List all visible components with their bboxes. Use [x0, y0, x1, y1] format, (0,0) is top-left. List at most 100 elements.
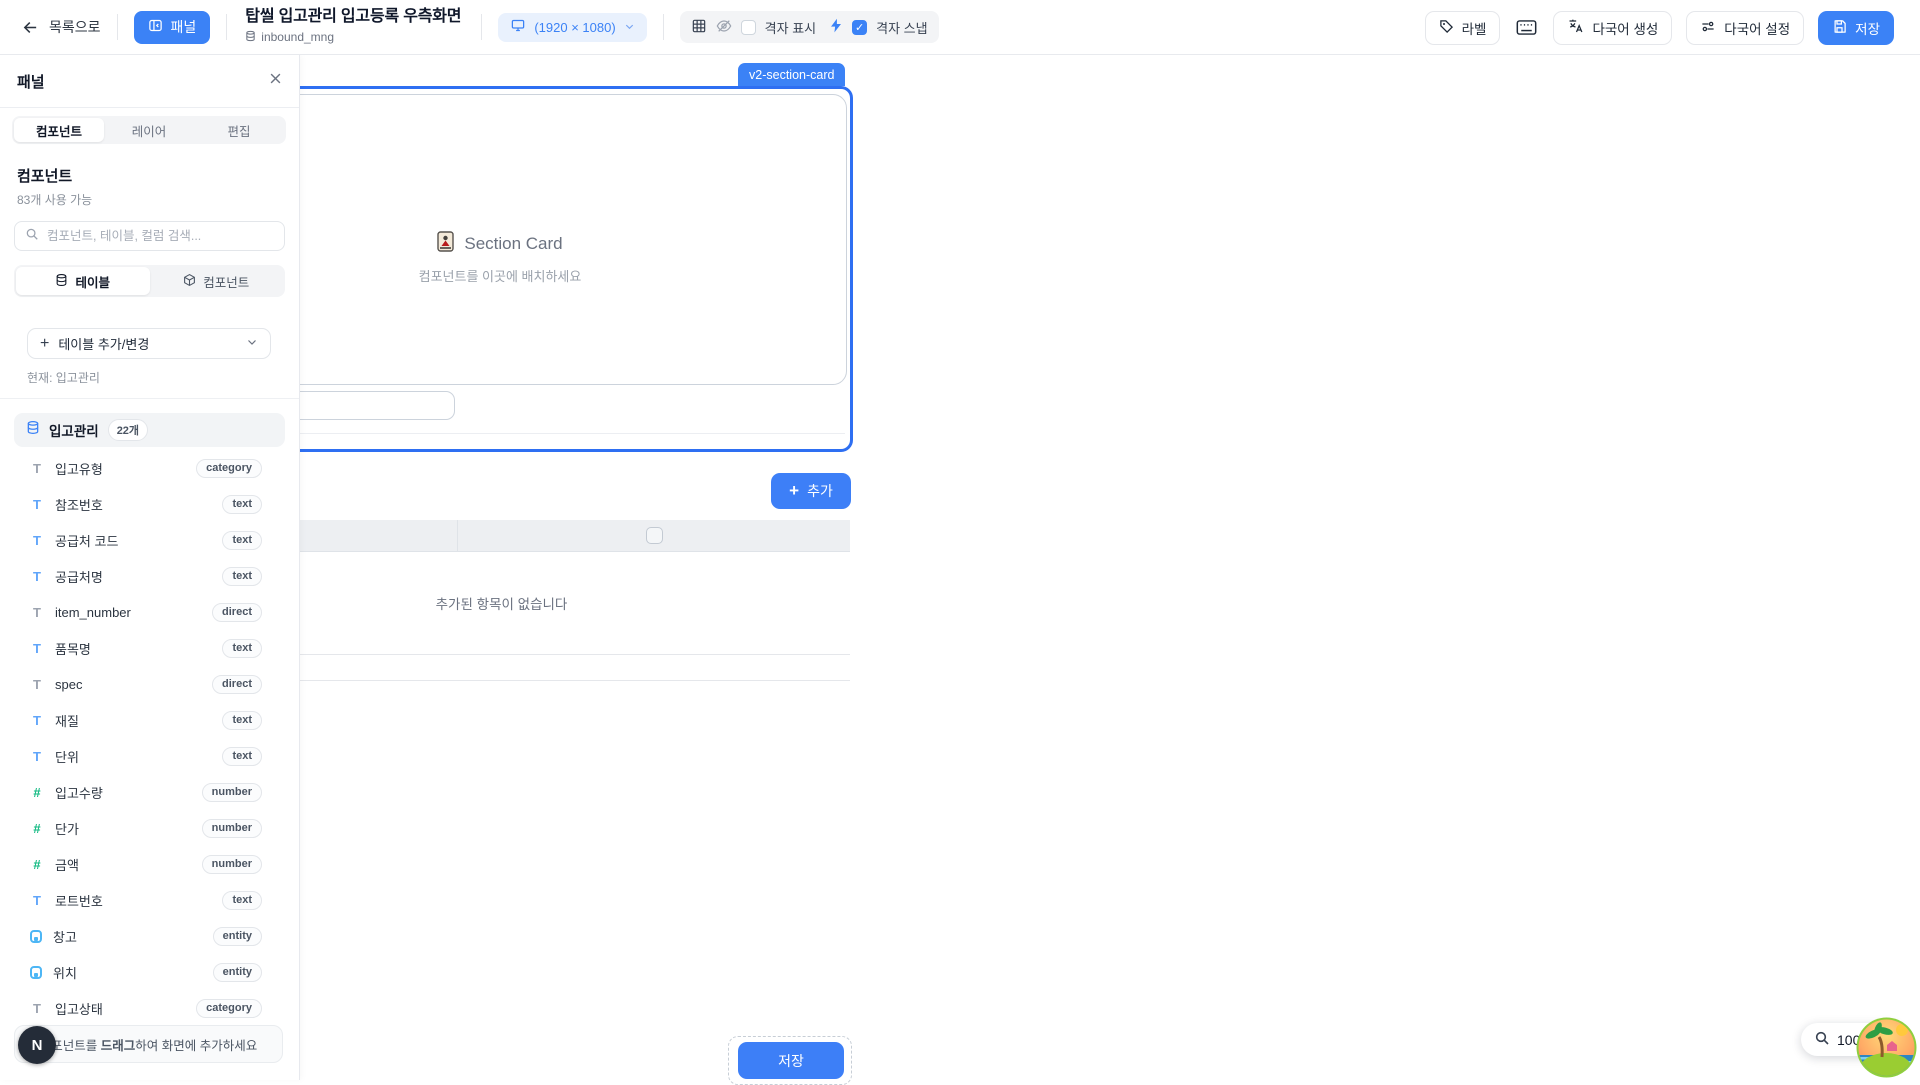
field-item[interactable]: T참조번호text	[0, 486, 299, 522]
tab-edit[interactable]: 편집	[194, 118, 284, 142]
type-badge: number	[202, 855, 262, 874]
panel-toggle-button[interactable]: 패널	[134, 11, 211, 44]
text-field-icon: T	[30, 497, 44, 512]
select-all-checkbox[interactable]	[646, 527, 663, 544]
text-field-icon: T	[30, 1001, 44, 1016]
type-badge: number	[202, 819, 262, 838]
panel-left-icon	[148, 18, 163, 36]
divider	[226, 14, 227, 40]
type-badge: text	[222, 711, 262, 730]
field-item[interactable]: #단가number	[0, 810, 299, 846]
type-badge: text	[222, 495, 262, 514]
text-field-icon: T	[30, 569, 44, 584]
text-field-icon: T	[30, 461, 44, 476]
field-item[interactable]: #입고수량number	[0, 774, 299, 810]
divider	[481, 14, 482, 40]
island-sticker	[1856, 1017, 1917, 1078]
text-field-icon: T	[30, 893, 44, 908]
translate-icon	[1567, 18, 1584, 37]
source-toggle: 테이블 컴포넌트	[14, 265, 285, 297]
save-button[interactable]: 저장	[1818, 11, 1894, 45]
chevron-down-icon	[624, 20, 635, 35]
toggle-table[interactable]: 테이블	[16, 267, 150, 295]
tab-layers[interactable]: 레이어	[104, 118, 194, 142]
type-badge: category	[196, 459, 262, 478]
field-item[interactable]: T품목명text	[0, 630, 299, 666]
bolt-icon	[829, 18, 843, 36]
field-list: T입고유형category T참조번호text T공급처 코드text T공급처…	[0, 450, 299, 1026]
tag-icon	[1439, 19, 1454, 37]
field-item[interactable]: 창고entity	[0, 918, 299, 954]
canvas-save-button[interactable]: 저장	[738, 1042, 844, 1079]
table-header-cell	[458, 520, 850, 551]
grid-snap-checkbox[interactable]: ✓	[852, 20, 867, 35]
type-badge: text	[222, 747, 262, 766]
section-card-hint: 컴포넌트를 이곳에 배치하세요	[419, 266, 582, 285]
database-icon	[26, 420, 40, 440]
section-card-title: Section Card	[464, 234, 562, 254]
table-group-header[interactable]: 입고관리 22개	[14, 413, 285, 447]
field-item[interactable]: Tspecdirect	[0, 666, 299, 702]
back-to-list-button[interactable]: 목록으로	[22, 17, 101, 37]
plus-icon: +	[40, 335, 49, 353]
monitor-icon	[510, 18, 526, 36]
field-item[interactable]: T재질text	[0, 702, 299, 738]
eye-off-icon	[716, 18, 732, 37]
keyboard-shortcuts-icon[interactable]	[1514, 11, 1539, 45]
field-item[interactable]: T로트번호text	[0, 882, 299, 918]
page-title: 탑씰 입고관리 입고등록 우측화면	[245, 8, 461, 26]
number-field-icon: #	[30, 785, 44, 800]
text-field-icon: T	[30, 749, 44, 764]
search-input[interactable]	[47, 229, 274, 243]
type-badge: text	[222, 531, 262, 550]
number-field-icon: #	[30, 857, 44, 872]
field-count-badge: 22개	[108, 419, 148, 441]
field-item[interactable]: T입고유형category	[0, 450, 299, 486]
i18n-generate-button[interactable]: 다국어 생성	[1553, 11, 1672, 45]
save-button-selection: 저장	[728, 1036, 852, 1085]
toggle-component[interactable]: 컴포넌트	[150, 267, 284, 295]
sliders-icon	[1700, 19, 1716, 37]
type-badge: direct	[212, 603, 262, 622]
divider	[117, 14, 118, 40]
text-field-icon: T	[30, 533, 44, 548]
grid-show-checkbox[interactable]	[741, 20, 756, 35]
field-item[interactable]: T단위text	[0, 738, 299, 774]
text-field-icon: T	[30, 605, 44, 620]
grid-show-label: 격자 표시	[765, 18, 816, 37]
field-item[interactable]: T공급처 코드text	[0, 522, 299, 558]
field-item[interactable]: 위치entity	[0, 954, 299, 990]
close-icon[interactable]	[268, 71, 283, 91]
type-badge: category	[196, 999, 262, 1018]
number-field-icon: #	[30, 821, 44, 836]
selection-tag: v2-section-card	[738, 63, 845, 86]
screen-size-selector[interactable]: (1920 × 1080)	[498, 13, 646, 42]
type-badge: text	[222, 891, 262, 910]
field-item[interactable]: T공급처명text	[0, 558, 299, 594]
text-field-icon: T	[30, 677, 44, 692]
divider	[0, 398, 299, 399]
panel-title: 패널	[17, 71, 45, 92]
type-badge: direct	[212, 675, 262, 694]
add-table-dropdown[interactable]: + 테이블 추가/변경	[27, 328, 271, 359]
grid-snap-label: 격자 스냅	[876, 18, 927, 37]
playing-card-icon	[437, 231, 454, 257]
field-item[interactable]: Titem_numberdirect	[0, 594, 299, 630]
database-icon	[55, 273, 68, 290]
field-item[interactable]: T입고상태category	[0, 990, 299, 1026]
tab-components[interactable]: 컴포넌트	[14, 118, 104, 142]
field-item[interactable]: #금액number	[0, 846, 299, 882]
search-box[interactable]	[14, 221, 285, 251]
entity-field-icon	[30, 930, 42, 943]
panel-tabs: 컴포넌트 레이어 편집	[12, 116, 286, 144]
add-row-button[interactable]: + 추가	[771, 473, 851, 509]
text-field-icon: T	[30, 713, 44, 728]
grid-controls: 격자 표시 ✓ 격자 스냅	[680, 11, 939, 43]
divider	[663, 14, 664, 40]
label-button[interactable]: 라벨	[1425, 11, 1501, 45]
components-heading: 컴포넌트	[17, 165, 299, 186]
magnifier-icon	[1814, 1030, 1830, 1049]
avatar[interactable]: N	[18, 1026, 56, 1064]
save-icon	[1832, 19, 1847, 37]
i18n-settings-button[interactable]: 다국어 설정	[1686, 11, 1804, 45]
